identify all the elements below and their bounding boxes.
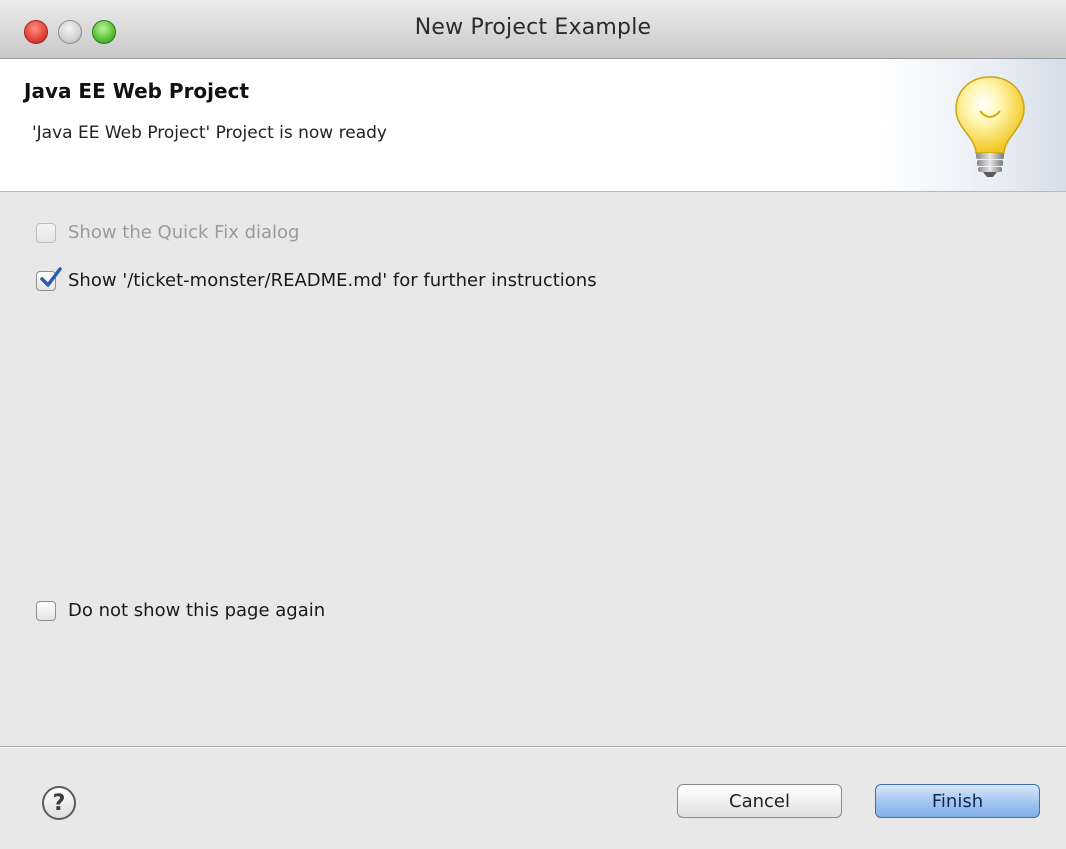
option-quick-fix: Show the Quick Fix dialog (36, 222, 300, 243)
option-do-not-show[interactable]: Do not show this page again (36, 600, 325, 621)
option-show-readme[interactable]: Show '/ticket-monster/README.md' for fur… (36, 266, 597, 291)
quick-fix-checkbox (36, 222, 56, 243)
lightbulb-icon (955, 76, 1025, 177)
wizard-header: Java EE Web Project 'Java EE Web Project… (0, 59, 1066, 192)
page-title: Java EE Web Project (24, 79, 250, 103)
finish-button[interactable]: Finish (875, 784, 1040, 818)
page-description: 'Java EE Web Project' Project is now rea… (32, 123, 387, 143)
button-bar: ? Cancel Finish (0, 748, 1066, 849)
show-readme-label: Show '/ticket-monster/README.md' for fur… (68, 270, 597, 291)
wizard-content: Show the Quick Fix dialog Show '/ticket-… (0, 192, 1066, 746)
help-symbol: ? (52, 790, 66, 816)
do-not-show-label: Do not show this page again (68, 600, 326, 621)
title-bar: New Project Example (0, 0, 1066, 59)
do-not-show-checkbox[interactable] (36, 600, 56, 621)
cancel-button-label: Cancel (729, 790, 790, 812)
quick-fix-label: Show the Quick Fix dialog (68, 222, 300, 243)
banner-area (876, 59, 1066, 191)
finish-button-label: Finish (931, 790, 984, 812)
new-project-example-dialog: New Project Example Java EE Web Project … (0, 0, 1066, 849)
checkmark-icon (40, 266, 62, 287)
help-icon[interactable]: ? (42, 786, 76, 820)
show-readme-checkbox[interactable] (36, 266, 62, 291)
cancel-button[interactable]: Cancel (677, 784, 842, 818)
window-title: New Project Example (414, 15, 652, 40)
